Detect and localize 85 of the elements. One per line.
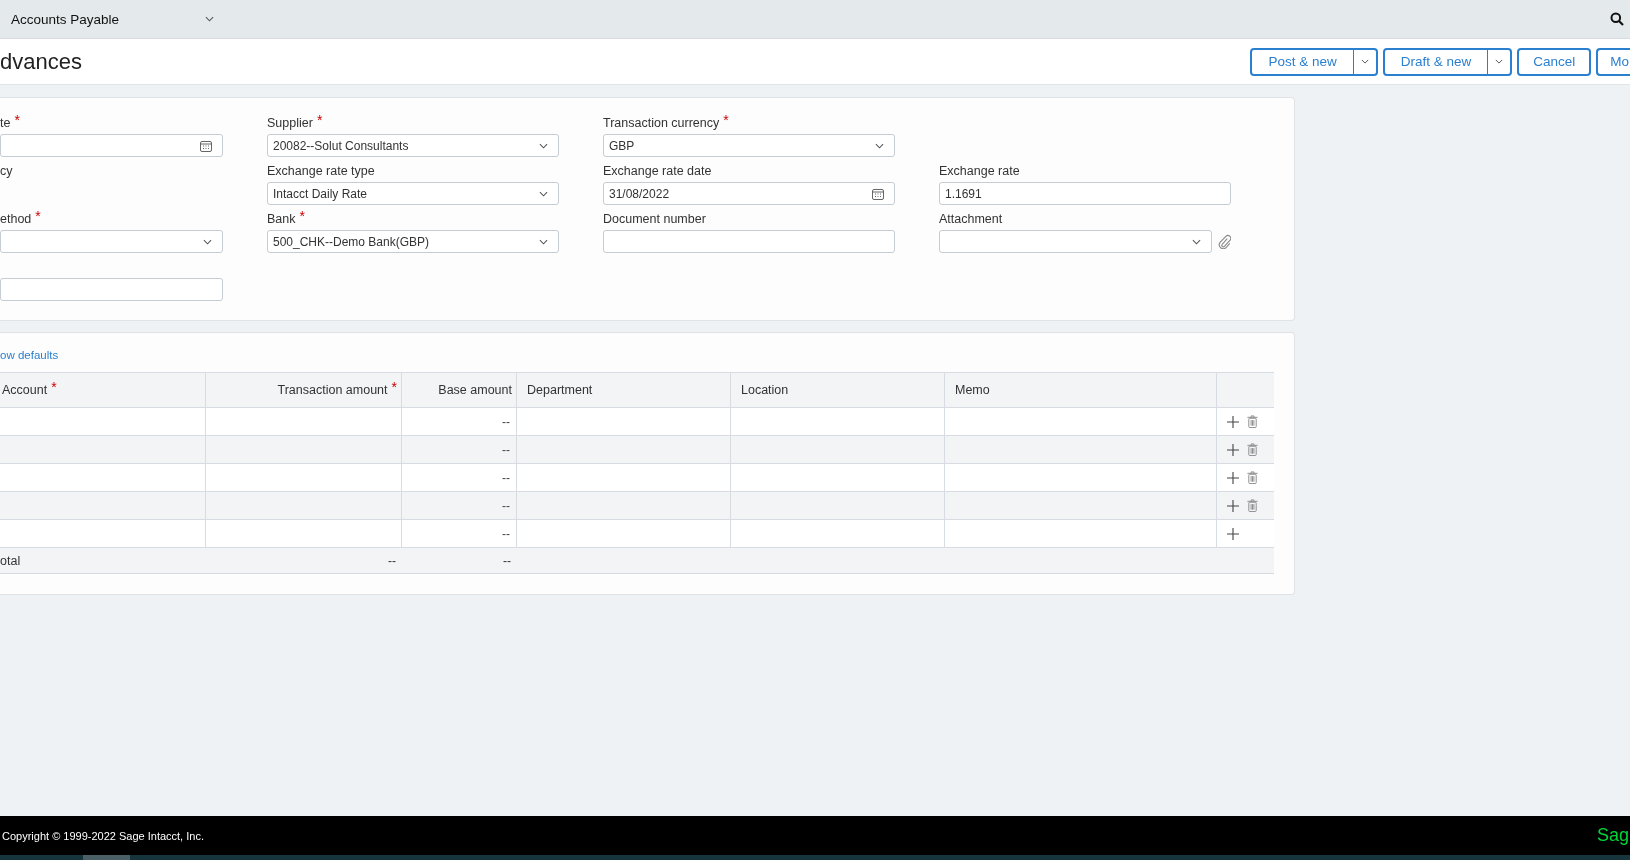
plus-icon bbox=[1227, 471, 1239, 484]
calendar-icon bbox=[200, 139, 212, 152]
plus-icon bbox=[1227, 527, 1239, 540]
action-button[interactable]: Draft & new bbox=[1384, 49, 1489, 74]
field-label: cy bbox=[0, 164, 13, 178]
delete-row-button[interactable] bbox=[1247, 415, 1258, 428]
trash-icon bbox=[1247, 443, 1258, 456]
field-label: Exchange rate type bbox=[267, 164, 375, 178]
input-field[interactable] bbox=[0, 278, 223, 301]
required-asterisk: * bbox=[299, 208, 305, 224]
field-label: Exchange rate bbox=[939, 164, 1020, 178]
table-cell: -- bbox=[402, 492, 517, 519]
select-field[interactable]: 500_CHK--Demo Bank(GBP) bbox=[267, 230, 559, 253]
calendar-icon bbox=[872, 187, 884, 200]
caret-icon bbox=[539, 142, 548, 149]
action-button[interactable]: Cancel bbox=[1517, 47, 1592, 76]
date-field[interactable]: 31/08/2022 bbox=[603, 182, 895, 205]
caret-icon bbox=[539, 190, 548, 197]
field-label: Supplier bbox=[267, 116, 313, 130]
trash-icon bbox=[1247, 499, 1258, 512]
input-field[interactable] bbox=[603, 230, 895, 253]
module-dropdown[interactable]: Accounts Payable bbox=[0, 4, 214, 34]
search-button[interactable] bbox=[1610, 12, 1624, 26]
table-cell: -- bbox=[402, 408, 517, 435]
date-field[interactable] bbox=[0, 134, 223, 157]
attachment-select[interactable] bbox=[939, 230, 1212, 253]
select-field[interactable]: Intacct Daily Rate bbox=[267, 182, 559, 205]
required-asterisk: * bbox=[723, 112, 729, 128]
field-label: Exchange rate date bbox=[603, 164, 712, 178]
header-text: Account bbox=[2, 383, 48, 397]
paperclip-icon bbox=[1218, 234, 1231, 249]
action-button[interactable]: Post & new bbox=[1252, 49, 1354, 74]
select-field[interactable]: GBP bbox=[603, 134, 895, 157]
total-label: otal bbox=[0, 553, 22, 568]
delete-row-button[interactable] bbox=[1247, 443, 1258, 456]
show-defaults-link[interactable]: ow defaults bbox=[0, 349, 59, 361]
logo: Sag bbox=[1596, 825, 1629, 846]
field-label: te bbox=[0, 116, 11, 130]
search-icon bbox=[1610, 12, 1624, 26]
required-asterisk: * bbox=[35, 208, 41, 224]
trash-icon bbox=[1247, 415, 1258, 428]
caret-icon bbox=[1360, 59, 1369, 64]
trash-icon bbox=[1247, 471, 1258, 484]
delete-row-button[interactable] bbox=[1247, 471, 1258, 484]
add-row-button[interactable] bbox=[1227, 471, 1239, 484]
add-row-button[interactable] bbox=[1227, 443, 1239, 456]
table-cell: -- bbox=[402, 436, 517, 463]
caret-icon bbox=[1495, 59, 1504, 64]
field-label: ethod bbox=[0, 212, 32, 226]
copyright-text: Copyright © 1999-2022 Sage Intacct, Inc. bbox=[1, 829, 204, 842]
plus-icon bbox=[1227, 499, 1239, 512]
caret-icon bbox=[1192, 238, 1201, 245]
action-button[interactable]: Mo bbox=[1596, 47, 1630, 76]
plus-icon bbox=[1227, 443, 1239, 456]
total-value: -- bbox=[502, 553, 512, 568]
required-asterisk: * bbox=[14, 112, 20, 128]
header-text: Department bbox=[527, 383, 593, 397]
select-field[interactable] bbox=[0, 230, 223, 253]
table-cell: -- bbox=[402, 520, 517, 547]
add-row-button[interactable] bbox=[1227, 499, 1239, 512]
page-title: dvances bbox=[0, 48, 82, 75]
header-text: Base amount bbox=[438, 383, 512, 397]
plus-icon bbox=[1227, 415, 1239, 428]
field-label: Attachment bbox=[939, 212, 1003, 226]
input-field[interactable]: 1.1691 bbox=[939, 182, 1231, 205]
header-text: Transaction amount bbox=[277, 383, 388, 397]
add-row-button[interactable] bbox=[1227, 415, 1239, 428]
total-value: -- bbox=[387, 553, 397, 568]
caret-icon bbox=[205, 16, 214, 22]
required-asterisk: * bbox=[51, 379, 57, 395]
table-cell: -- bbox=[402, 464, 517, 491]
caret-icon bbox=[539, 238, 548, 245]
required-asterisk: * bbox=[391, 379, 397, 395]
header-text: Memo bbox=[955, 383, 990, 397]
caret-icon bbox=[875, 142, 884, 149]
required-asterisk: * bbox=[316, 112, 323, 128]
field-label: Document number bbox=[603, 212, 706, 226]
select-field[interactable]: 20082--Solut Consultants bbox=[267, 134, 559, 157]
field-label: Transaction currency bbox=[603, 116, 720, 130]
delete-row-button[interactable] bbox=[1247, 499, 1258, 512]
scrollbar-thumb[interactable] bbox=[83, 855, 130, 860]
add-row-button[interactable] bbox=[1227, 527, 1239, 540]
field-label: Bank bbox=[267, 212, 296, 226]
caret-icon bbox=[203, 238, 212, 245]
header-text: Location bbox=[741, 383, 789, 397]
